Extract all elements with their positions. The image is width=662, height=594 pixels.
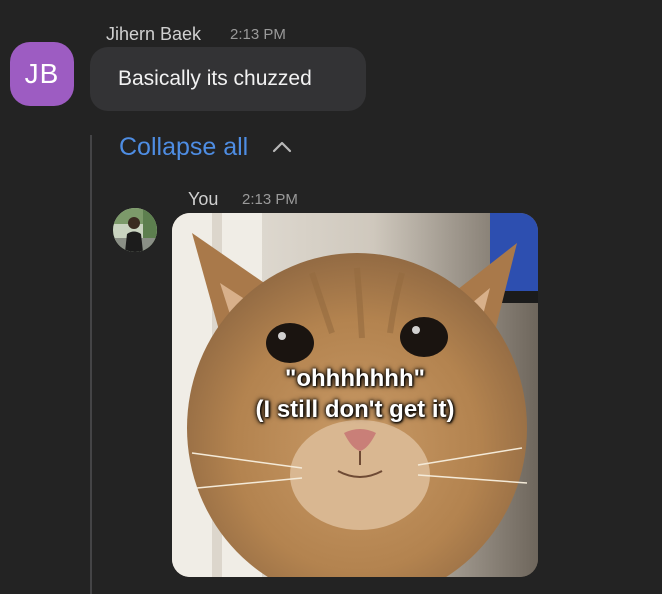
avatar[interactable] (113, 208, 157, 252)
message-text: Basically its chuzzed (118, 67, 312, 90)
caption-line-2: (I still don't get it) (255, 396, 455, 423)
meme-caption: "ohhhhhhh" (I still don't get it) (172, 363, 538, 425)
avatar-initials: JB (24, 58, 60, 89)
message-timestamp: 2:13 PM (230, 26, 286, 43)
sender-name[interactable]: You (188, 188, 218, 210)
collapse-all-label: Collapse all (119, 132, 249, 161)
avatar[interactable]: JB (10, 42, 74, 106)
message-timestamp: 2:13 PM (242, 191, 298, 208)
sender-name[interactable]: Jihern Baek (106, 23, 201, 45)
meme-image[interactable]: "ohhhhhhh" (I still don't get it) (172, 213, 538, 577)
thread-line (90, 135, 92, 594)
chevron-up-icon[interactable] (272, 140, 292, 154)
caption-line-1: "ohhhhhhh" (284, 365, 426, 392)
message-bubble[interactable]: Basically its chuzzed (90, 47, 366, 111)
collapse-all-button[interactable]: Collapse all (119, 129, 292, 165)
